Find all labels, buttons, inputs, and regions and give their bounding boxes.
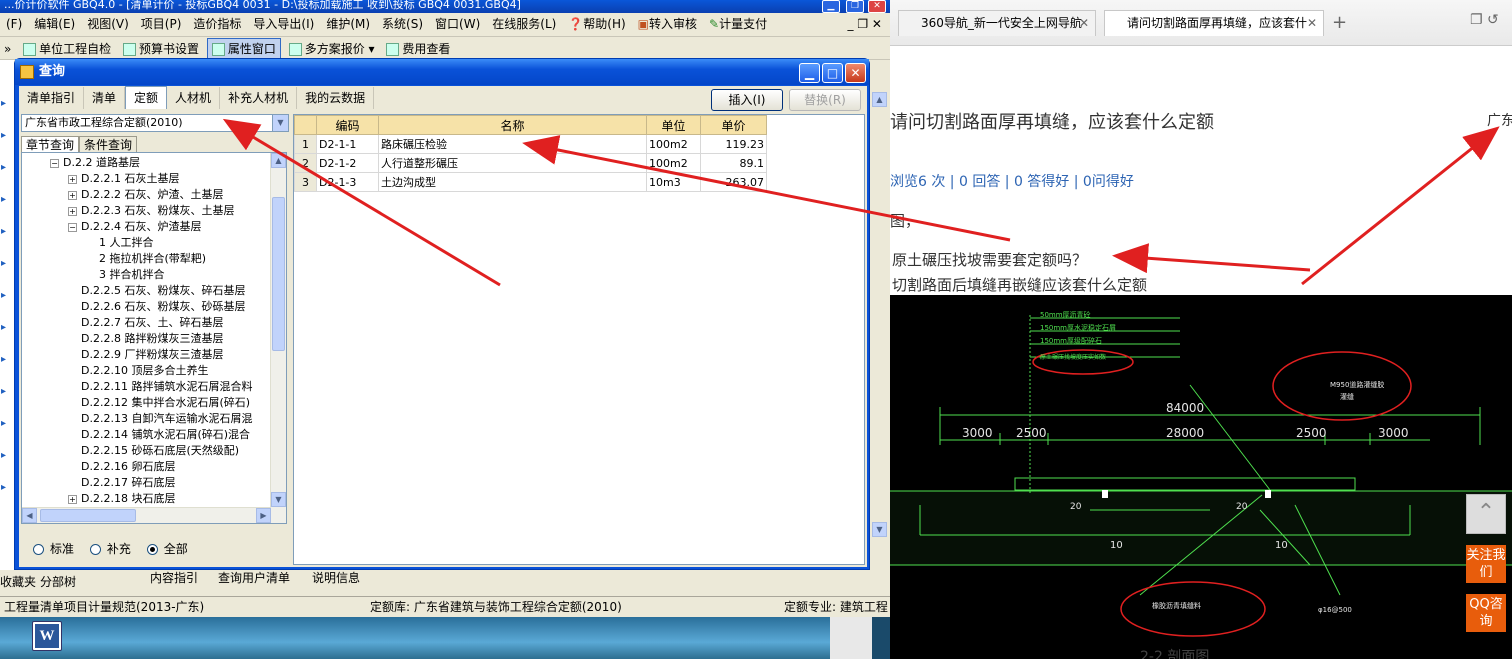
annotation-overlay (222, 118, 1500, 287)
annotation-arrow (1301, 126, 1500, 286)
annotation-arrow (1112, 243, 1311, 274)
annotation-arrow (222, 118, 501, 287)
annotation-arrow (522, 135, 1011, 242)
